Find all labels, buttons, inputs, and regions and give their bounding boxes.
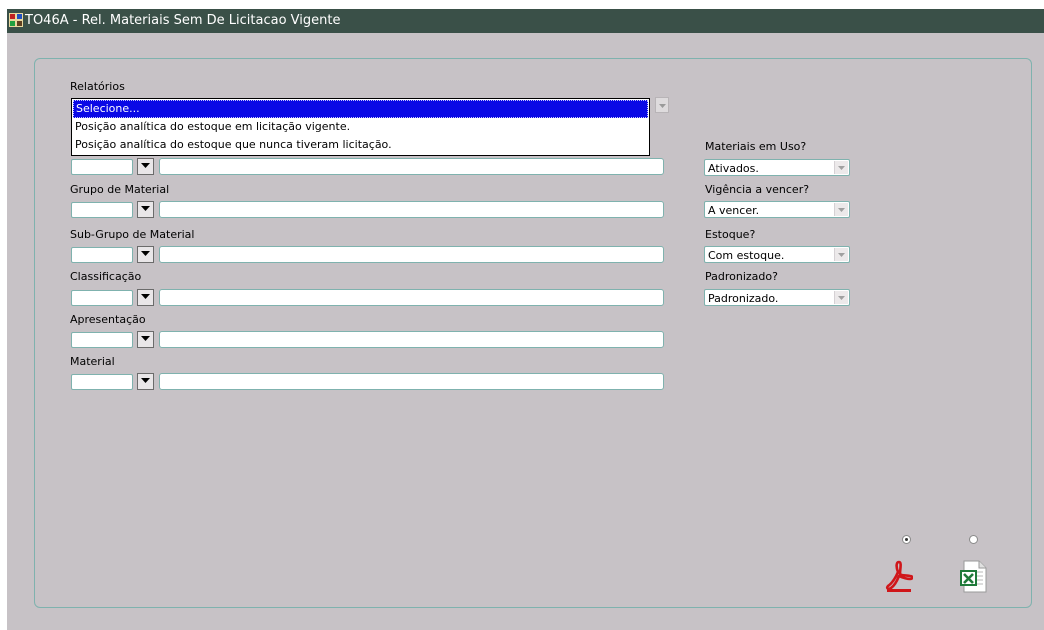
classificacao-lov-button[interactable]	[137, 289, 154, 306]
estoque-label: Estoque?	[705, 228, 756, 241]
subgrupo-lov-button[interactable]	[137, 246, 154, 263]
padronizado-select[interactable]: Padronizado.	[704, 289, 850, 306]
chevron-down-icon	[141, 294, 150, 299]
classificacao-description-input[interactable]	[159, 289, 664, 306]
form-panel: Relatórios Selecione... Posição analític…	[34, 58, 1032, 608]
window-title: TO46A - Rel. Materiais Sem De Licitacao …	[25, 13, 341, 28]
materiais-uso-select[interactable]: Ativados.	[704, 159, 850, 176]
material-lov-button[interactable]	[137, 373, 154, 390]
row1-code-input[interactable]	[71, 159, 133, 175]
report-window: TO46A - Rel. Materiais Sem De Licitacao …	[7, 9, 1044, 630]
apresentacao-description-input[interactable]	[159, 331, 664, 348]
classificacao-label: Classificação	[70, 270, 142, 283]
chevron-down-icon[interactable]	[834, 161, 848, 174]
chevron-down-icon[interactable]	[834, 248, 848, 261]
grupo-code-input[interactable]	[71, 202, 133, 218]
chevron-down-icon	[141, 163, 150, 168]
material-label: Material	[70, 355, 115, 368]
chevron-down-icon	[141, 206, 150, 211]
grupo-description-input[interactable]	[159, 201, 664, 218]
chevron-down-icon	[141, 378, 150, 383]
relatorios-label: Relatórios	[70, 80, 125, 93]
material-code-input[interactable]	[71, 374, 133, 390]
subgrupo-code-input[interactable]	[71, 247, 133, 263]
classificacao-code-input[interactable]	[71, 290, 133, 306]
pdf-radio[interactable]	[902, 535, 911, 544]
excel-radio[interactable]	[969, 535, 978, 544]
relatorios-dropdown-button[interactable]	[655, 97, 669, 113]
subgrupo-description-input[interactable]	[159, 246, 664, 263]
materiais-uso-label: Materiais em Uso?	[705, 140, 807, 153]
excel-icon[interactable]	[959, 559, 989, 593]
app-icon	[9, 13, 23, 27]
apresentacao-label: Apresentação	[70, 313, 146, 326]
estoque-select[interactable]: Com estoque.	[704, 246, 850, 263]
relatorios-option-selecione[interactable]: Selecione...	[73, 100, 648, 118]
row1-description-input[interactable]	[159, 158, 664, 175]
material-description-input[interactable]	[159, 373, 664, 390]
vigencia-value: A vencer.	[708, 204, 760, 217]
chevron-down-icon[interactable]	[834, 203, 848, 216]
subgrupo-label: Sub-Grupo de Material	[70, 228, 195, 241]
chevron-down-icon	[659, 104, 666, 108]
vigencia-select[interactable]: A vencer.	[704, 201, 850, 218]
padronizado-value: Padronizado.	[708, 292, 779, 305]
apresentacao-code-input[interactable]	[71, 332, 133, 348]
estoque-value: Com estoque.	[708, 249, 785, 262]
apresentacao-lov-button[interactable]	[137, 331, 154, 348]
grupo-lov-button[interactable]	[137, 201, 154, 218]
title-bar: TO46A - Rel. Materiais Sem De Licitacao …	[7, 9, 1044, 33]
materiais-uso-value: Ativados.	[708, 162, 759, 175]
relatorios-option-nunca-licitacao[interactable]: Posição analítica do estoque que nunca t…	[72, 136, 649, 154]
pdf-icon[interactable]	[885, 559, 913, 593]
chevron-down-icon	[141, 336, 150, 341]
vigencia-label: Vigência a vencer?	[705, 183, 810, 196]
grupo-label: Grupo de Material	[70, 183, 170, 196]
relatorios-option-licitacao-vigente[interactable]: Posição analítica do estoque em licitaçã…	[72, 118, 649, 136]
padronizado-label: Padronizado?	[705, 270, 778, 283]
chevron-down-icon	[141, 251, 150, 256]
relatorios-dropdown-list[interactable]: Selecione... Posição analítica do estoqu…	[71, 98, 650, 156]
row1-lov-button[interactable]	[137, 158, 154, 175]
chevron-down-icon[interactable]	[834, 291, 848, 304]
